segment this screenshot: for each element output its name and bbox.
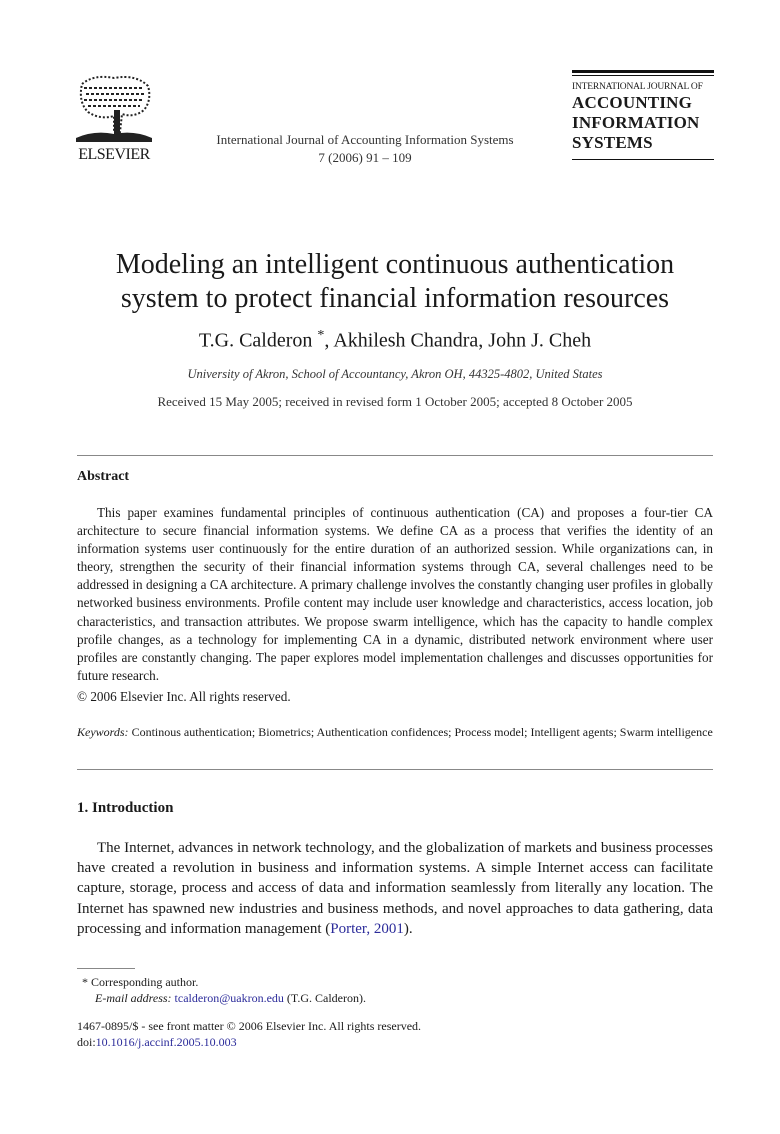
title-line: system to protect financial information … — [120, 283, 670, 314]
brand-rule — [572, 159, 714, 160]
author: Akhilesh Chandra — [333, 329, 479, 352]
title-line: Modeling an intelligent continuous authe… — [115, 249, 675, 280]
brand-rule — [572, 70, 714, 73]
brand-rule — [572, 75, 714, 76]
email-suffix: (T.G. Calderon). — [283, 991, 366, 1005]
email-label: E-mail address: — [95, 991, 172, 1005]
author: T.G. Calderon — [198, 329, 313, 352]
front-matter: 1467-0895/$ - see front matter © 2006 El… — [77, 1018, 421, 1050]
section-heading-introduction: 1. Introduction — [77, 800, 174, 816]
author: John J. Cheh — [488, 329, 592, 352]
brand-line: INFORMATION — [572, 113, 700, 132]
footnote: * Corresponding author. E-mail address: … — [82, 974, 366, 1006]
keywords: Keywords: Continous authentication; Biom… — [77, 724, 713, 740]
doi-line: doi:10.1016/j.accinf.2005.10.003 — [77, 1034, 421, 1050]
footnote-email-line: E-mail address: tcalderon@uakron.edu (T.… — [82, 990, 366, 1006]
doi-link[interactable]: 10.1016/j.accinf.2005.10.003 — [96, 1035, 237, 1049]
footnote-text: Corresponding author. — [88, 975, 199, 989]
abstract-copyright: © 2006 Elsevier Inc. All rights reserved… — [77, 689, 291, 704]
article-history: Received 15 May 2005; received in revise… — [157, 394, 633, 409]
brand-line: SYSTEMS — [572, 133, 653, 152]
author-list: T.G. Calderon *, Akhilesh Chandra, John … — [60, 328, 730, 353]
citation-link[interactable]: Porter, 2001 — [330, 921, 404, 937]
affiliation: University of Akron, School of Accountan… — [187, 367, 603, 381]
author-separator: , — [478, 329, 489, 352]
journal-brand: INTERNATIONAL JOURNAL OF ACCOUNTING INFO… — [572, 70, 714, 160]
journal-volume-pages: 7 (2006) 91 – 109 — [318, 150, 412, 165]
email-link[interactable]: tcalderon@uakron.edu — [175, 991, 284, 1005]
abstract-text: This paper examines fundamental principl… — [77, 505, 713, 683]
keywords-text: Continous authentication; Biometrics; Au… — [128, 725, 713, 739]
abstract-heading: Abstract — [77, 469, 130, 484]
divider — [77, 455, 713, 456]
journal-citation: International Journal of Accounting Info… — [190, 131, 540, 167]
footnote-rule — [77, 968, 135, 969]
keywords-label: Keywords: — [77, 725, 129, 739]
divider — [77, 769, 713, 770]
article-title: Modeling an intelligent continuous authe… — [60, 248, 730, 316]
journal-name: International Journal of Accounting Info… — [216, 132, 514, 147]
author-separator: , — [324, 329, 334, 352]
publisher-logo-text: ELSEVIER — [78, 146, 150, 163]
introduction-text: The Internet, advances in network techno… — [77, 838, 713, 939]
brand-line: ACCOUNTING — [572, 93, 693, 112]
brand-small-text: INTERNATIONAL JOURNAL OF — [572, 82, 703, 92]
doi-label: doi: — [77, 1035, 96, 1049]
issn-line: 1467-0895/$ - see front matter © 2006 El… — [77, 1019, 422, 1033]
intro-body-end: ). — [403, 920, 413, 937]
footnote-corresponding: * Corresponding author. — [82, 974, 366, 990]
